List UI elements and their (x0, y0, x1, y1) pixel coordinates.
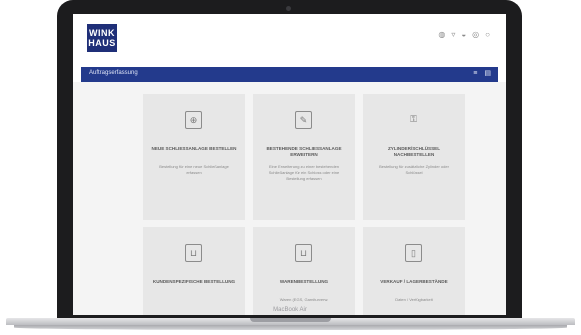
card-description: Waren (EGS, Garniturverw. (279, 297, 329, 302)
nav-bar: Auftragserfassung ≡ ▤ (81, 67, 498, 82)
laptop-frame: WINK HAUS ◍ ▿ ◒ ◎ ○ Auftragserfassung ≡ … (57, 0, 522, 318)
nav-icons: ≡ ▤ (473, 69, 491, 79)
base-bottom (14, 325, 567, 330)
key-edit-icon: ✎ (295, 111, 312, 129)
menu-icon[interactable]: ≡ (473, 69, 477, 79)
card-description: Bestellung für eine neue Schließanlage e… (159, 164, 229, 175)
basket-icon: ⊔ (295, 244, 312, 262)
globe-icon[interactable]: ◍ (438, 30, 445, 40)
key-plus-icon: ⊕ (185, 111, 202, 129)
base-notch (250, 318, 331, 322)
card-sales-stock[interactable]: ▯ Verkauf / Lagerbestände Daten / Verfüg… (363, 227, 465, 315)
card-title: Kundenspezifische Bestellung (152, 279, 236, 284)
user-icon[interactable]: ◒ (461, 30, 466, 40)
basket-icon: ⊔ (185, 244, 202, 262)
laptop-base (0, 318, 581, 335)
card-title: Verkauf / Lagerbestände (380, 279, 448, 284)
logout-icon[interactable]: ○ (485, 30, 490, 40)
app-header: WINK HAUS ◍ ▿ ◒ ◎ ○ (73, 14, 506, 60)
card-description: Eine Erweiterung zu einer bestehenden Sc… (268, 164, 340, 181)
card-title: Warenbestellung (279, 279, 329, 284)
app-screen: WINK HAUS ◍ ▿ ◒ ◎ ○ Auftragserfassung ≡ … (73, 14, 506, 315)
card-description: Daten / Verfügbarkeit (395, 297, 433, 302)
card-reorder[interactable]: ⚿ Zylinder/Schlüssel nachbestellen Beste… (363, 94, 465, 220)
cart-icon[interactable]: ▿ (451, 30, 455, 40)
phone-icon: ▯ (405, 244, 422, 262)
card-goods-order[interactable]: ⊔ Warenbestellung Waren (EGS, Garniturve… (253, 227, 355, 315)
content-area: ⊕ Neue Schließanlage bestellen Bestellun… (73, 82, 506, 315)
page-title: Auftragserfassung (89, 70, 138, 76)
device-brand: MacBook Air (273, 307, 307, 313)
help-icon[interactable]: ◎ (472, 30, 479, 40)
card-description: Bestellung für zusätzliche Zylinder oder… (379, 164, 449, 175)
winkhaus-logo[interactable]: WINK HAUS (87, 24, 117, 52)
list-icon[interactable]: ▤ (484, 69, 491, 79)
card-title: Bestehende Schließanlage erweitern (266, 146, 342, 157)
card-extend-system[interactable]: ✎ Bestehende Schließanlage erweitern Ein… (253, 94, 355, 220)
cylinder-key-icon: ⚿ (410, 114, 417, 124)
camera-icon (286, 6, 291, 11)
card-title: Neue Schließanlage bestellen (151, 146, 237, 151)
logo-text: WINK HAUS (88, 28, 116, 48)
card-title: Zylinder/Schlüssel nachbestellen (387, 146, 441, 157)
card-custom-order[interactable]: ⊔ Kundenspezifische Bestellung (143, 227, 245, 315)
header-icons: ◍ ▿ ◒ ◎ ○ (438, 30, 490, 40)
card-new-system[interactable]: ⊕ Neue Schließanlage bestellen Bestellun… (143, 94, 245, 220)
